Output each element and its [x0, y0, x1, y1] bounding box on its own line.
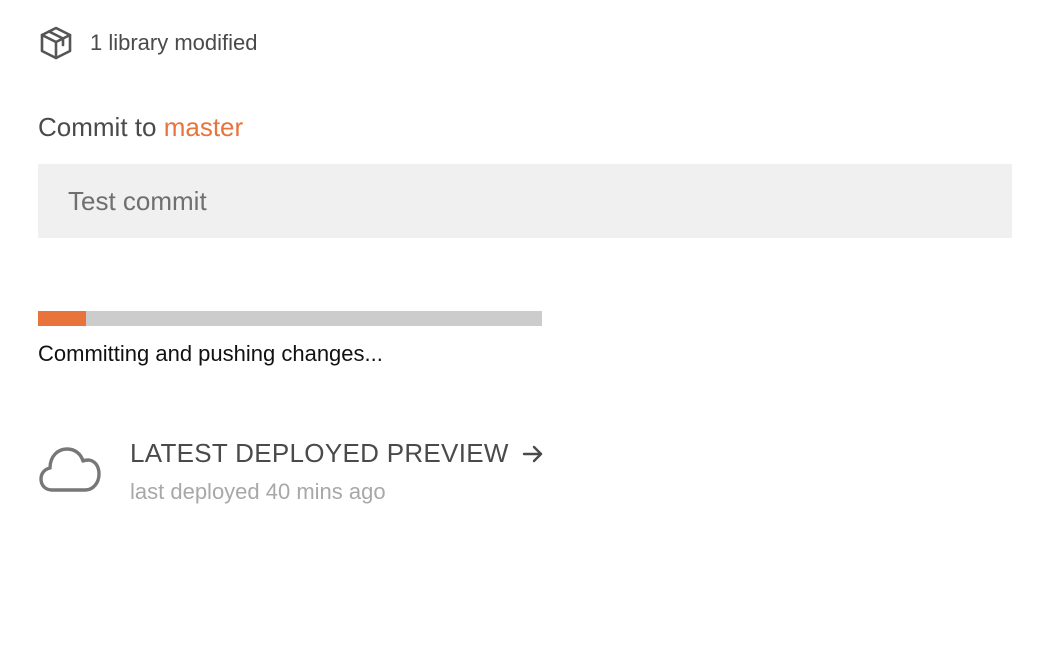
commit-heading: Commit to master: [38, 112, 243, 143]
commit-panel: 1 library modified Commit to master Comm…: [0, 0, 1055, 654]
changes-summary-label: 1 library modified: [90, 30, 258, 55]
arrow-right-icon: [521, 441, 547, 467]
latest-preview: LATEST DEPLOYED PREVIEW last deployed 40…: [38, 438, 547, 505]
latest-preview-link-label: LATEST DEPLOYED PREVIEW: [130, 438, 509, 468]
latest-preview-text: LATEST DEPLOYED PREVIEW last deployed 40…: [130, 438, 547, 505]
progress-bar-fill: [38, 311, 86, 326]
branch-name: master: [163, 112, 244, 142]
progress-status: Committing and pushing changes...: [38, 341, 383, 366]
last-deployed-time: last deployed 40 mins ago: [130, 479, 386, 504]
progress-bar: [38, 311, 542, 326]
latest-preview-link[interactable]: LATEST DEPLOYED PREVIEW: [130, 438, 547, 469]
commit-message-input[interactable]: [38, 164, 1012, 238]
package-icon: [38, 25, 74, 61]
commit-heading-prefix: Commit to: [38, 112, 157, 142]
cloud-icon: [38, 442, 102, 498]
changes-summary: 1 library modified: [38, 24, 258, 62]
